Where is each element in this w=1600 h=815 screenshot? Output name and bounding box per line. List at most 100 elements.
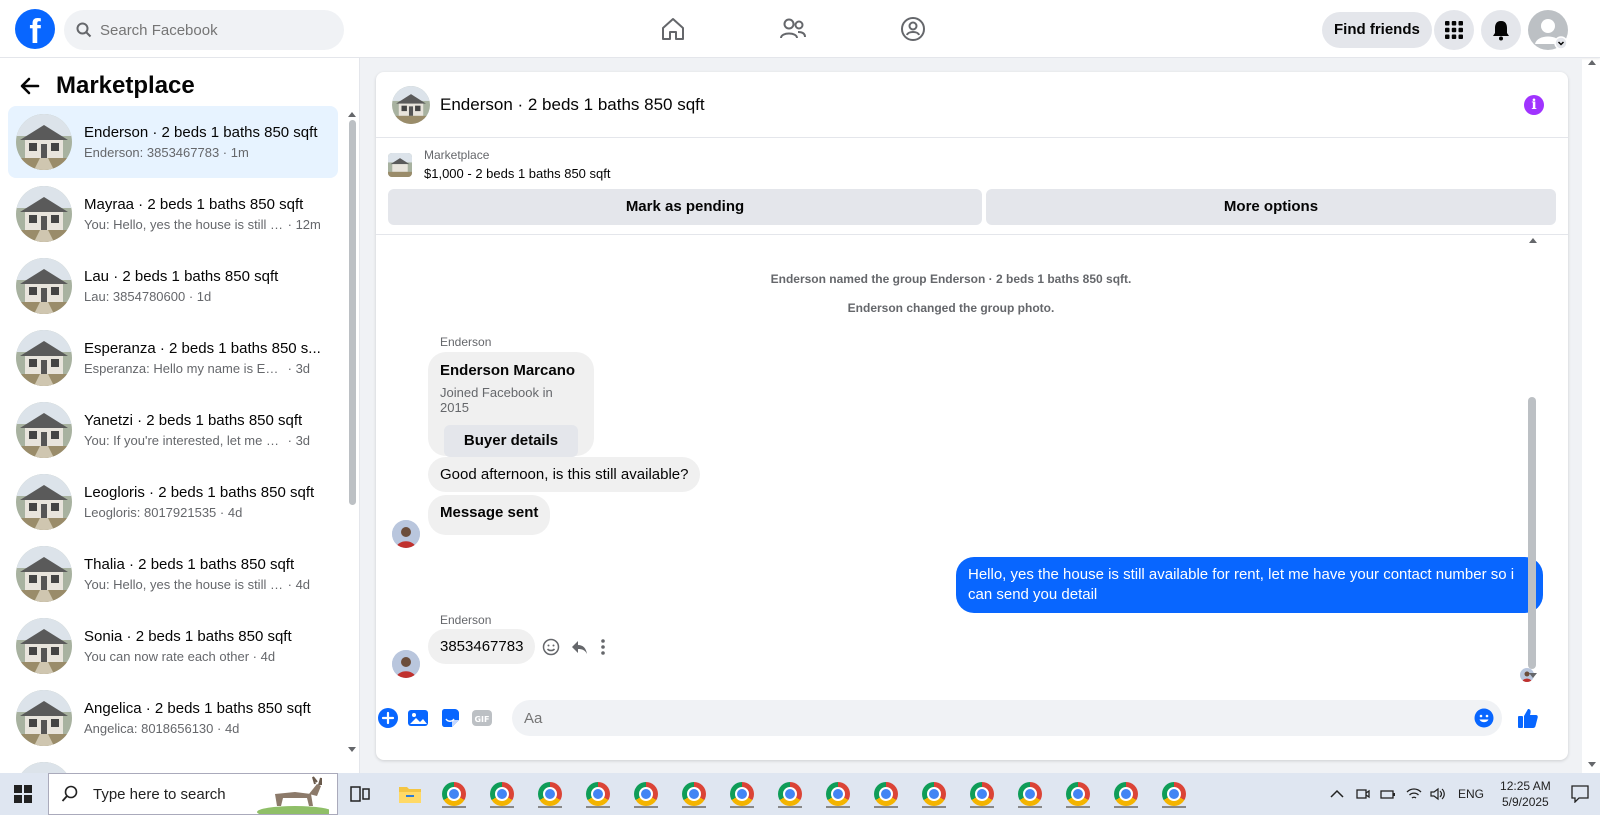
conversation-item[interactable]: Sonia · 2 beds 1 baths 850 sqft You can n… <box>8 610 338 682</box>
conversation-snippet: Angelica: 8018656130 <box>84 721 214 736</box>
chrome-browser-icon[interactable] <box>724 779 760 809</box>
like-thumbs-up-icon[interactable] <box>1516 706 1540 730</box>
windows-start-icon[interactable] <box>14 785 32 808</box>
conversation-item[interactable]: Angelica · 2 beds 1 baths 850 sqft Angeli… <box>8 682 338 754</box>
conversation-item[interactable]: Esperanza · 2 beds 1 baths 850 s... Esper… <box>8 322 338 394</box>
mark-as-pending-button[interactable]: Mark as pending <box>388 189 982 225</box>
listing-thumbnail <box>388 152 412 177</box>
gif-icon[interactable]: GIF <box>470 706 494 730</box>
more-options-button[interactable]: More options <box>986 189 1556 225</box>
conversation-item[interactable]: Lau · 2 beds 1 baths 850 sqft Lau: 385478… <box>8 250 338 322</box>
taskbar-search-placeholder: Type here to search <box>93 785 226 803</box>
info-icon[interactable]: i <box>1524 95 1544 115</box>
sidebar-scrollbar[interactable] <box>349 120 356 505</box>
friends-icon[interactable] <box>777 13 809 45</box>
sender-name: Enderson <box>440 613 492 627</box>
buyer-details-button[interactable]: Buyer details <box>444 425 578 457</box>
conversation-item[interactable]: Yanetzi · 2 beds 1 baths 850 sqft You: If… <box>8 394 338 466</box>
listing-price: $1,000 - 2 beds 1 baths 850 sqft <box>424 166 611 181</box>
chrome-browser-icon[interactable] <box>580 779 616 809</box>
chrome-browser-icon[interactable] <box>916 779 952 809</box>
svg-text:GIF: GIF <box>474 715 489 724</box>
conversation-item[interactable]: Leogloris · 2 beds 1 baths 850 sqft Leogl… <box>8 466 338 538</box>
scroll-down-arrow-icon[interactable] <box>1528 672 1538 680</box>
sticker-icon[interactable] <box>438 706 462 730</box>
page-scroll-up-arrow-icon[interactable] <box>1587 58 1597 66</box>
separator-dot: · <box>284 217 296 232</box>
separator-dot: · <box>284 361 296 376</box>
marketplace-conversations-panel: Marketplace Enderson · 2 beds 1 baths 85… <box>0 58 360 773</box>
page-scroll-down-arrow-icon[interactable] <box>1587 761 1597 769</box>
chevron-up-icon[interactable] <box>1330 789 1344 799</box>
battery-icon[interactable] <box>1380 787 1396 801</box>
listing-source: Marketplace <box>424 148 490 162</box>
plus-icon[interactable] <box>376 706 400 730</box>
menu-grid-icon[interactable] <box>1434 10 1474 50</box>
wifi-icon[interactable] <box>1406 787 1422 801</box>
conversation-title: Esperanza · 2 beds 1 baths 850 s... <box>84 340 321 357</box>
listing-summary[interactable]: Marketplace $1,000 - 2 beds 1 baths 850 … <box>388 148 610 181</box>
chrome-browser-icon[interactable] <box>772 779 808 809</box>
conversation-title: Sonia · 2 beds 1 baths 850 sqft <box>84 628 292 645</box>
chrome-browser-icon[interactable] <box>628 779 664 809</box>
scroll-up-arrow-icon[interactable] <box>1528 236 1538 244</box>
chrome-browser-icon[interactable] <box>436 779 472 809</box>
search-input[interactable] <box>100 21 320 39</box>
react-emoji-icon[interactable] <box>542 638 560 656</box>
conversation-item[interactable]: Enderson · 2 beds 1 baths 850 sqft Enders… <box>8 106 338 178</box>
conversation-time: 3d <box>295 433 311 448</box>
chrome-browser-icon[interactable] <box>484 779 520 809</box>
bell-icon[interactable] <box>1481 10 1521 50</box>
photo-icon[interactable] <box>406 706 430 730</box>
facebook-logo-icon[interactable]: f <box>15 9 55 49</box>
file-explorer-icon[interactable] <box>392 779 428 809</box>
chat-scrollbar[interactable] <box>1528 397 1536 669</box>
groups-icon[interactable] <box>897 13 929 45</box>
taskbar-search-box[interactable]: Type here to search <box>48 773 338 815</box>
meet-now-icon[interactable] <box>1356 787 1370 801</box>
conversation-item[interactable]: Mayraa · 2 beds 1 baths 850 sqft You: Hel… <box>8 178 338 250</box>
house-thumbnail <box>16 114 72 170</box>
task-view-icon[interactable] <box>342 779 378 809</box>
conversation-title: Angelica · 2 beds 1 baths 850 sqft <box>84 700 311 717</box>
find-friends-button[interactable]: Find friends <box>1322 12 1432 48</box>
chrome-browser-icon[interactable] <box>964 779 1000 809</box>
scroll-up-arrow-icon[interactable] <box>347 110 357 118</box>
buyer-profile-card: Enderson Marcano Joined Facebook in 2015… <box>428 352 594 457</box>
chrome-browser-icon[interactable] <box>1108 779 1144 809</box>
reply-icon[interactable] <box>570 638 588 656</box>
conversation-time: 4d <box>260 649 276 664</box>
house-thumbnail[interactable] <box>392 85 430 124</box>
clock[interactable]: 12:25 AM 5/9/2025 <box>1500 778 1551 810</box>
volume-icon[interactable] <box>1430 787 1446 801</box>
chrome-browser-icon[interactable] <box>868 779 904 809</box>
separator-dot: · <box>213 721 225 736</box>
conversation-item[interactable]: Jonathan · 2 beds 1 baths 850 sqft <box>8 754 338 773</box>
language-indicator[interactable]: ENG <box>1458 787 1484 801</box>
chrome-browser-icon[interactable] <box>1156 779 1192 809</box>
avatar[interactable] <box>392 650 420 678</box>
separator-dot: · <box>249 649 261 664</box>
message-input[interactable] <box>524 709 1464 727</box>
emoji-icon[interactable] <box>1474 708 1494 728</box>
message-input-box[interactable] <box>512 700 1502 736</box>
scroll-down-arrow-icon[interactable] <box>347 746 357 754</box>
conversation-time: 4d <box>295 577 311 592</box>
account-icon[interactable] <box>1528 10 1568 50</box>
avatar[interactable] <box>392 520 420 548</box>
chat-title: Enderson · 2 beds 1 baths 850 sqft <box>440 94 705 114</box>
chrome-browser-icon[interactable] <box>1012 779 1048 809</box>
notifications-icon[interactable] <box>1571 785 1589 803</box>
back-arrow-icon[interactable] <box>20 76 40 96</box>
chrome-browser-icon[interactable] <box>676 779 712 809</box>
more-vertical-icon[interactable] <box>600 638 606 656</box>
conversation-time: 1m <box>230 145 249 160</box>
conversation-snippet: Enderson: 3853467783 <box>84 145 220 160</box>
separator-dot: · <box>216 505 228 520</box>
chrome-browser-icon[interactable] <box>820 779 856 809</box>
chrome-browser-icon[interactable] <box>1060 779 1096 809</box>
chrome-browser-icon[interactable] <box>532 779 568 809</box>
search-box[interactable] <box>64 10 344 50</box>
home-icon[interactable] <box>657 13 689 45</box>
conversation-item[interactable]: Thalia · 2 beds 1 baths 850 sqft You: Hel… <box>8 538 338 610</box>
